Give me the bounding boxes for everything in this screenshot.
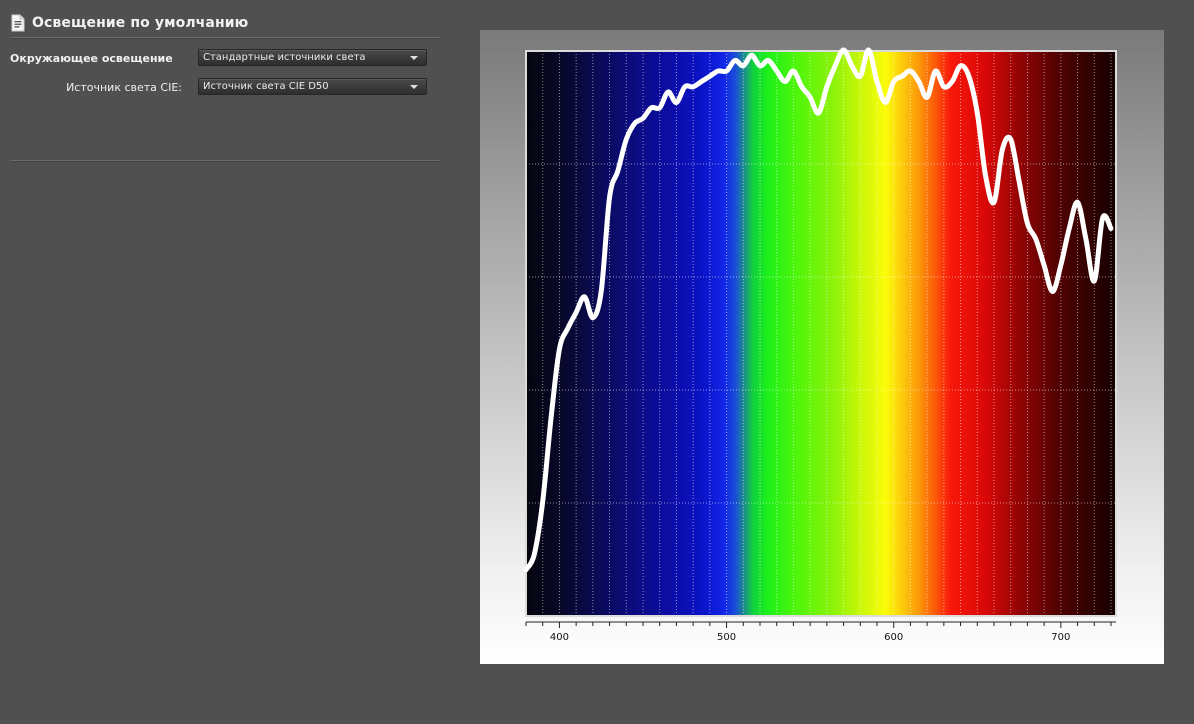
chevron-down-icon xyxy=(410,85,418,89)
chevron-down-icon xyxy=(410,56,418,60)
x-tick-label: 600 xyxy=(884,632,903,643)
x-tick-label: 400 xyxy=(550,632,569,643)
cie-source-select[interactable]: Источник света CIE D50 xyxy=(198,78,427,95)
x-tick-label: 500 xyxy=(717,632,736,643)
ambient-lighting-label: Окружающее освещение xyxy=(10,51,173,65)
panel-title: Освещение по умолчанию xyxy=(32,15,249,31)
spectrum-chart: 400 500 600 700 xyxy=(523,47,1117,643)
spectrum-chart-container: 400 500 600 700 xyxy=(480,30,1164,664)
document-icon xyxy=(10,14,26,32)
ambient-lighting-value: Стандартные источники света xyxy=(203,52,366,63)
x-tick-label: 700 xyxy=(1051,632,1070,643)
panel-header: Освещение по умолчанию xyxy=(10,12,248,34)
cie-source-value: Источник света CIE D50 xyxy=(203,81,329,92)
default-lighting-panel: Освещение по умолчанию Окружающее освеще… xyxy=(0,0,445,724)
cie-source-label: Источник света CIE: xyxy=(66,80,182,94)
ambient-lighting-select[interactable]: Стандартные источники света xyxy=(198,49,427,66)
header-divider xyxy=(10,37,440,39)
x-axis: 400 500 600 700 xyxy=(525,621,1116,643)
section-divider xyxy=(10,160,440,162)
